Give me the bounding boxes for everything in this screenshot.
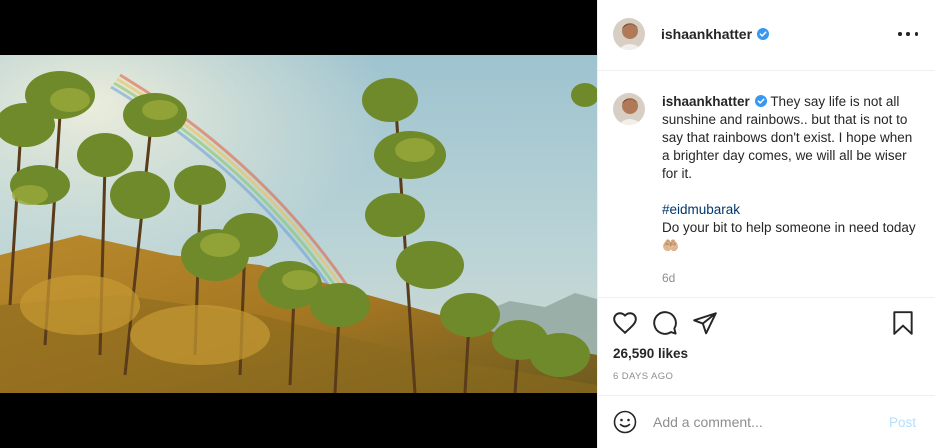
comment-bar: Post — [598, 395, 935, 448]
avatar[interactable] — [613, 18, 645, 50]
post-comment-button[interactable]: Post — [889, 415, 916, 430]
hashtag-link[interactable]: #eidmubarak — [662, 201, 922, 219]
heart-icon[interactable] — [612, 310, 638, 336]
post-date[interactable]: 6 DAYS AGO — [613, 371, 673, 382]
paper-plane-icon[interactable] — [692, 310, 718, 336]
caption-text: ishaankhatter They say life is not all s… — [662, 93, 922, 255]
action-bar — [612, 310, 922, 338]
username-text[interactable]: ishaankhatter — [661, 26, 752, 42]
post-side-panel: ishaankhatter ishaankhatter They say lif… — [597, 0, 935, 448]
verified-badge-icon — [757, 28, 770, 40]
avatar[interactable] — [613, 93, 645, 125]
post-media[interactable] — [0, 0, 597, 448]
caption-body-2: Do your bit to help someone in need toda… — [662, 220, 916, 253]
header-username[interactable]: ishaankhatter — [661, 26, 770, 42]
comment-input[interactable] — [653, 413, 873, 431]
bookmark-icon[interactable] — [890, 310, 916, 336]
emoji-icon[interactable] — [613, 410, 637, 434]
caption-timestamp[interactable]: 6d — [662, 271, 675, 285]
comment-bubble-icon[interactable] — [652, 310, 678, 336]
caption-area: ishaankhatter They say life is not all s… — [598, 72, 935, 298]
post-header: ishaankhatter — [598, 0, 935, 71]
caption-username[interactable]: ishaankhatter — [662, 94, 750, 109]
likes-count[interactable]: 26,590 likes — [613, 346, 688, 361]
post-photo[interactable] — [0, 55, 597, 393]
more-options-icon[interactable] — [898, 26, 918, 42]
verified-badge-icon — [754, 95, 767, 107]
